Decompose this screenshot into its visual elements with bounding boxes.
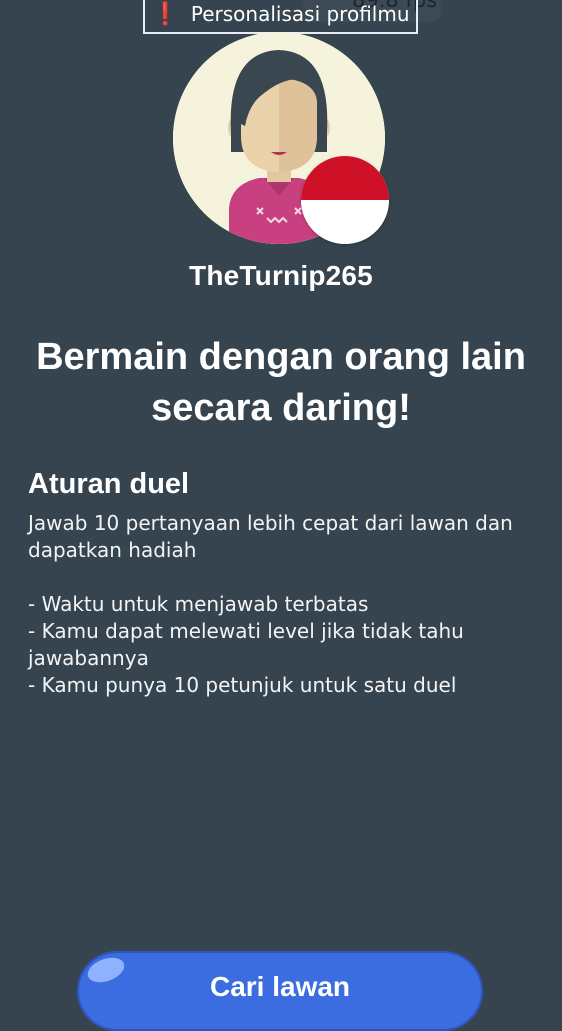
profile-avatar-group[interactable]: [173, 32, 389, 244]
page-headline: Bermain dengan orang lain secara daring!: [0, 332, 562, 434]
duel-rules-intro: Jawab 10 pertanyaan lebih cepat dari law…: [28, 511, 513, 562]
find-opponent-label: Cari lawan: [209, 971, 351, 1002]
duel-rule-item: - Kamu punya 10 petunjuk untuk satu duel: [28, 673, 457, 697]
duel-rules-title: Aturan duel: [28, 468, 190, 500]
personalize-profile-button[interactable]: ❗ Personalisasi profilmu: [143, 0, 418, 34]
username: TheTurnip265: [189, 260, 373, 291]
duel-rule-item: - Kamu dapat melewati level jika tidak t…: [28, 619, 464, 670]
button-highlight: [84, 953, 128, 987]
headline-line-1: Bermain dengan orang lain: [36, 336, 526, 378]
duel-rules-body: Jawab 10 pertanyaan lebih cepat dari law…: [28, 510, 538, 699]
indonesia-flag-icon: [301, 156, 389, 244]
duel-rule-item: - Waktu untuk menjawab terbatas: [28, 592, 369, 616]
personalize-profile-label: Personalisasi profilmu: [190, 2, 410, 26]
exclamation-icon: ❗: [151, 1, 179, 27]
headline-line-2: secara daring!: [151, 387, 411, 429]
find-opponent-button[interactable]: Cari lawan: [77, 951, 483, 1031]
